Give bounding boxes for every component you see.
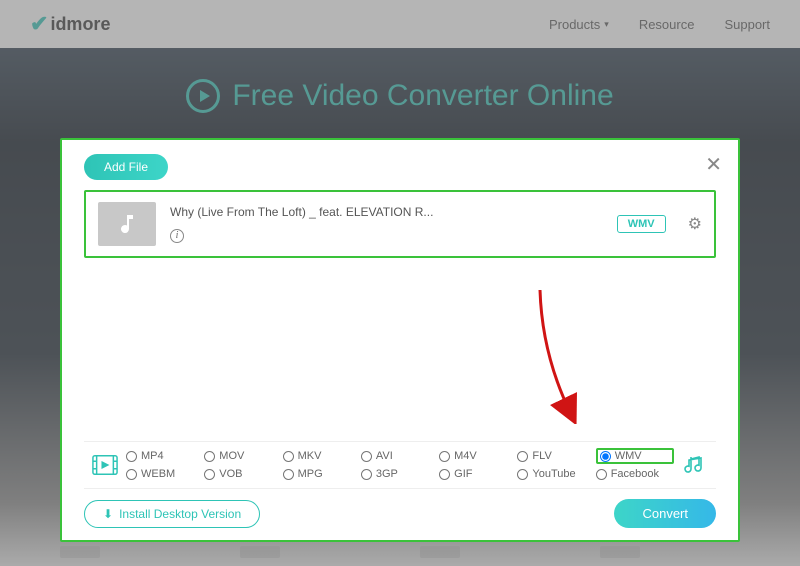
- format-radio[interactable]: [361, 451, 372, 462]
- file-thumbnail: [98, 202, 156, 246]
- format-option-gif[interactable]: GIF: [439, 468, 517, 480]
- format-option-mkv[interactable]: MKV: [283, 450, 361, 462]
- format-label: FLV: [532, 450, 551, 462]
- format-option-wmv[interactable]: WMV: [596, 448, 674, 464]
- format-radio[interactable]: [596, 469, 607, 480]
- format-radio[interactable]: [283, 451, 294, 462]
- format-option-avi[interactable]: AVI: [361, 450, 439, 462]
- format-label: 3GP: [376, 468, 398, 480]
- format-label: VOB: [219, 468, 242, 480]
- format-option-webm[interactable]: WEBM: [126, 468, 204, 480]
- format-label: WMV: [615, 450, 642, 462]
- install-desktop-button[interactable]: ⬇ Install Desktop Version: [84, 500, 260, 528]
- add-file-button[interactable]: Add File: [84, 154, 168, 180]
- format-option-mpg[interactable]: MPG: [283, 468, 361, 480]
- format-radio[interactable]: [126, 451, 137, 462]
- download-icon: ⬇: [103, 507, 113, 521]
- format-label: Facebook: [611, 468, 659, 480]
- format-radio[interactable]: [517, 469, 528, 480]
- video-format-icon[interactable]: [84, 454, 126, 476]
- convert-button[interactable]: Convert: [614, 499, 716, 528]
- format-radio[interactable]: [517, 451, 528, 462]
- format-radio[interactable]: [439, 469, 450, 480]
- format-label: MKV: [298, 450, 322, 462]
- format-badge[interactable]: WMV: [617, 215, 666, 233]
- converter-modal: ✕ Add File Why (Live From The Loft) _ fe…: [60, 138, 740, 542]
- format-option-facebook[interactable]: Facebook: [596, 468, 674, 480]
- close-icon[interactable]: ✕: [705, 152, 722, 177]
- file-row: Why (Live From The Loft) _ feat. ELEVATI…: [84, 190, 716, 258]
- format-label: AVI: [376, 450, 393, 462]
- gear-icon[interactable]: ⚙: [688, 214, 702, 234]
- format-option-3gp[interactable]: 3GP: [361, 468, 439, 480]
- format-radio[interactable]: [600, 451, 611, 462]
- format-label: MOV: [219, 450, 244, 462]
- format-option-youtube[interactable]: YouTube: [517, 468, 595, 480]
- format-label: WEBM: [141, 468, 175, 480]
- format-radio[interactable]: [283, 469, 294, 480]
- music-note-icon: [115, 212, 139, 236]
- annotation-arrow: [480, 284, 600, 424]
- format-radio[interactable]: [361, 469, 372, 480]
- format-radio[interactable]: [439, 451, 450, 462]
- format-radio[interactable]: [126, 469, 137, 480]
- format-label: GIF: [454, 468, 472, 480]
- format-label: MPG: [298, 468, 323, 480]
- info-icon[interactable]: i: [170, 229, 184, 243]
- format-radio[interactable]: [204, 451, 215, 462]
- format-label: YouTube: [532, 468, 575, 480]
- format-radio[interactable]: [204, 469, 215, 480]
- format-label: MP4: [141, 450, 164, 462]
- format-option-mp4[interactable]: MP4: [126, 450, 204, 462]
- file-name: Why (Live From The Loft) _ feat. ELEVATI…: [170, 205, 603, 219]
- format-label: M4V: [454, 450, 477, 462]
- formats-block: MP4 MOV MKV AVI M4V FLV WMV WEBM VOB MPG 3GP GIF You…: [84, 441, 716, 489]
- format-option-m4v[interactable]: M4V: [439, 450, 517, 462]
- format-option-flv[interactable]: FLV: [517, 450, 595, 462]
- audio-format-icon[interactable]: [674, 454, 716, 476]
- format-option-mov[interactable]: MOV: [204, 450, 282, 462]
- format-option-vob[interactable]: VOB: [204, 468, 282, 480]
